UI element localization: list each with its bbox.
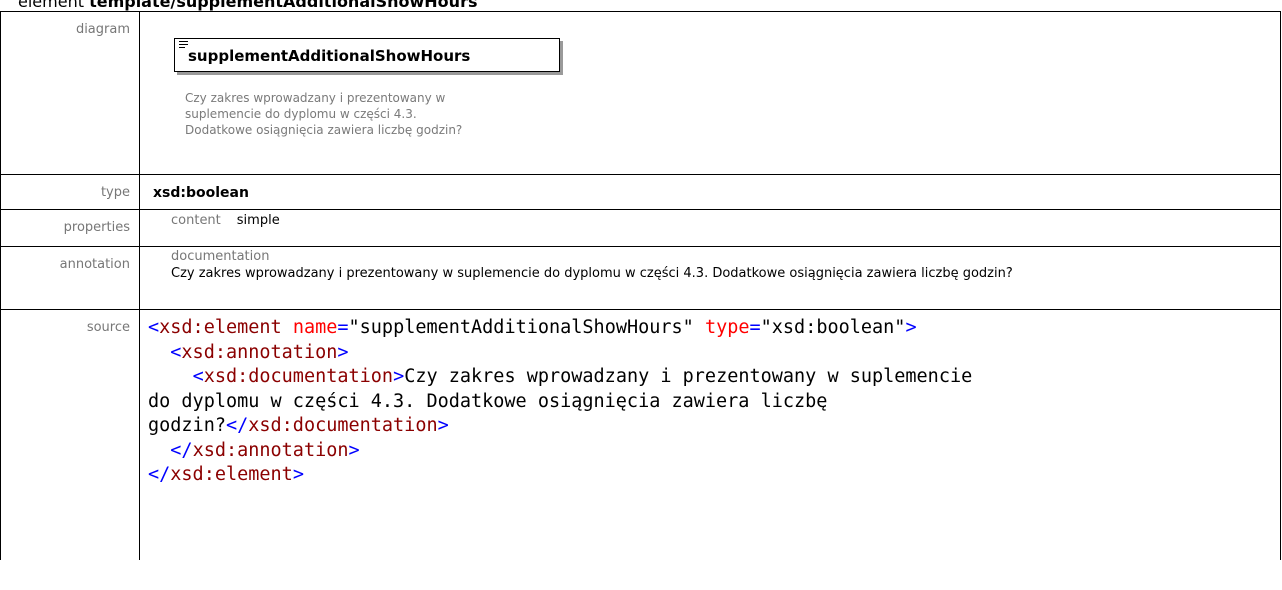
src-annotation-open: xsd:annotation xyxy=(181,341,338,363)
label-source: source xyxy=(86,320,130,335)
row-annotation: annotation documentation Czy zakres wpro… xyxy=(0,246,1281,310)
page-heading: element template/supplementAdditionalSho… xyxy=(18,0,477,11)
row-label-diagram: diagram xyxy=(0,11,140,175)
row-label-source: source xyxy=(0,309,140,560)
documentation-icon xyxy=(179,41,188,50)
src-element-close: xsd:element xyxy=(170,464,293,485)
diagram-doc-line: Dodatkowe osiągnięcia zawiera liczbę god… xyxy=(185,123,463,137)
src-attr-name-value: "supplementAdditionalShowHours" xyxy=(348,317,694,338)
label-annotation: annotation xyxy=(59,257,130,272)
diagram-doc-line: Czy zakres wprowadzany i prezentowany w xyxy=(185,91,446,105)
type-value: xsd:boolean xyxy=(153,185,249,201)
row-label-properties: properties xyxy=(0,209,140,247)
src-doc-text-3: godzin? xyxy=(148,415,226,436)
src-attr-type: type xyxy=(704,317,750,338)
properties-cell: content simple xyxy=(139,209,1281,247)
diagram-element-title: supplementAdditionalShowHours xyxy=(188,47,471,65)
property-key: content xyxy=(171,213,221,228)
row-label-type: type xyxy=(0,174,140,210)
diagram-documentation: Czy zakres wprowadzany i prezentowany w … xyxy=(185,90,585,138)
src-documentation-close: xsd:documentation xyxy=(248,415,438,436)
src-attr-type-value: "xsd:boolean" xyxy=(760,317,906,338)
src-doc-text-1: Czy zakres wprowadzany i prezentowany w … xyxy=(404,366,973,387)
row-type: type xsd:boolean xyxy=(0,174,1281,210)
diagram-element-box[interactable]: supplementAdditionalShowHours xyxy=(174,38,560,72)
src-attr-name: name xyxy=(292,317,338,338)
type-cell: xsd:boolean xyxy=(139,174,1281,210)
heading-path: template/supplementAdditionalShowHours xyxy=(89,0,478,11)
label-properties: properties xyxy=(63,220,130,235)
src-doc-text-2: do dyplomu w części 4.3. Dodatkowe osiąg… xyxy=(148,390,828,412)
row-source: source <xsd:element name="supplementAddi… xyxy=(0,309,1281,560)
property-value: simple xyxy=(236,213,280,228)
row-label-annotation: annotation xyxy=(0,246,140,310)
annotation-key: documentation xyxy=(171,249,270,264)
annotation-cell: documentation Czy zakres wprowadzany i p… xyxy=(139,246,1281,310)
label-diagram: diagram xyxy=(75,22,130,37)
heading-prefix: element xyxy=(18,0,90,11)
src-element-open-tag: xsd:element xyxy=(159,317,282,338)
row-properties: properties content simple xyxy=(0,209,1281,247)
source-code: <xsd:element name="supplementAdditionalS… xyxy=(148,317,973,485)
src-documentation-open: xsd:documentation xyxy=(203,366,394,387)
diagram-doc-line: suplemencie do dyplomu w części 4.3. xyxy=(185,107,417,121)
src-annotation-close: xsd:annotation xyxy=(192,439,349,461)
annotation-value: Czy zakres wprowadzany i prezentowany w … xyxy=(171,266,1013,281)
label-type: type xyxy=(100,185,130,200)
property-content: content simple xyxy=(140,210,1280,228)
source-cell: <xsd:element name="supplementAdditionalS… xyxy=(139,309,1281,560)
